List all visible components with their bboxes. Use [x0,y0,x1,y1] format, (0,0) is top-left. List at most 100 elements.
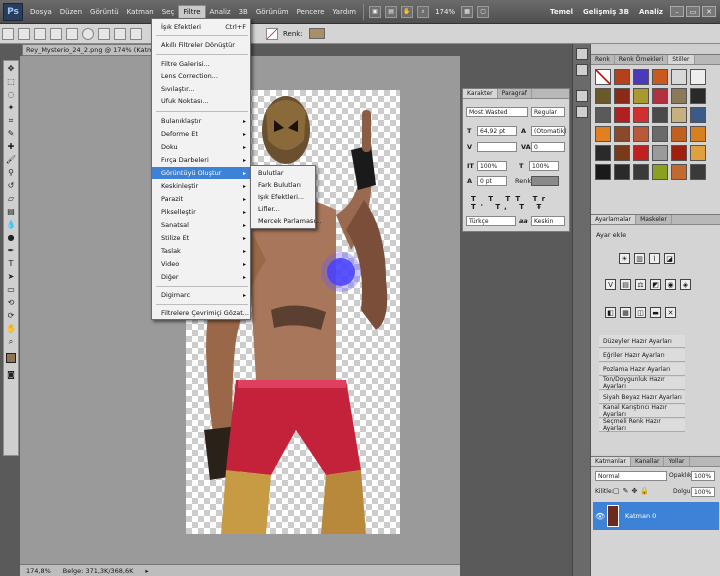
shape-color-swatch[interactable] [308,28,325,39]
filter-digimarc[interactable]: Digimarc ▸ [152,289,250,301]
paragraph-panel-icon[interactable] [576,106,588,118]
crop-tool-icon[interactable]: ⌗ [5,115,17,126]
hue-saturation-icon[interactable]: ▤ [620,279,631,290]
path-selection-icon[interactable]: ➤ [5,271,17,282]
preset-hue-saturation[interactable]: Ton/Doygunluk Hazır Ayarları [599,376,685,390]
preset-selective-color[interactable]: Seçmeli Renk Hazır Ayarları [599,418,685,432]
rectangle-shape-icon[interactable] [66,27,78,40]
menu-select[interactable]: Seç [158,6,179,18]
filter-blur[interactable]: Bulanıklaştır ▸ [152,115,250,127]
path-option-icon[interactable] [34,27,46,40]
eraser-icon[interactable]: ▱ [5,193,17,204]
vibrance-icon[interactable]: V [605,279,616,290]
history-brush-icon[interactable]: ↺ [5,180,17,191]
tab-channels[interactable]: Kanallar [631,457,665,466]
brush-tool-icon[interactable]: 🖌 [5,154,17,165]
curves-icon[interactable]: ⌇ [649,253,660,264]
screen-mode-icon[interactable]: ▢ [477,5,490,18]
style-swatch[interactable] [671,69,687,85]
style-swatch[interactable] [690,164,706,180]
shape-tool-icon[interactable]: ▭ [5,284,17,295]
arrange-icon[interactable]: ▦ [461,5,474,18]
style-swatch[interactable] [690,126,706,142]
style-swatch[interactable] [633,88,649,104]
filter-pixelate[interactable]: Pikselleştir ▸ [152,206,250,218]
style-swatch[interactable] [671,107,687,123]
font-size-input[interactable]: 64,92 pt [477,126,517,136]
marquee-tool-icon[interactable]: ⬚ [5,76,17,87]
tab-styles[interactable]: Stiller [668,55,695,64]
style-swatch[interactable] [595,69,611,85]
tab-paths[interactable]: Yollar [664,457,690,466]
style-swatch[interactable] [652,164,668,180]
menu-image[interactable]: Görüntü [86,6,123,18]
3d-camera-icon[interactable]: ⟳ [5,310,17,321]
baseline-shift-input[interactable]: 0 pt [477,176,507,186]
bridge-icon[interactable]: ▣ [369,5,382,18]
preset-exposure[interactable]: Pozlama Hazır Ayarları [599,363,685,376]
zoom-tool-icon[interactable]: ⌕ [5,336,17,347]
blend-mode-select[interactable]: Normal [595,471,667,481]
menu-layer[interactable]: Katman [123,6,158,18]
menu-analysis[interactable]: Analiz [206,6,235,18]
tab-layers[interactable]: Katmanlar [591,457,631,466]
shape-option-icon[interactable] [18,27,30,40]
menu-edit[interactable]: Düzen [56,6,86,18]
font-family-select[interactable]: Most Wasted [466,107,528,117]
style-swatch[interactable] [633,164,649,180]
filter-vanishing-point[interactable]: Ufuk Noktası... [152,95,250,107]
style-swatch[interactable] [595,107,611,123]
invert-icon[interactable]: ◧ [605,307,616,318]
filter-noise[interactable]: Parazit ▸ [152,193,250,205]
hand-tool-icon[interactable]: ✋ [5,323,17,334]
history-panel-icon[interactable] [576,48,588,60]
selective-color-icon[interactable]: ✕ [665,307,676,318]
tab-swatches[interactable]: Renk Örnekleri [615,55,669,64]
leading-input[interactable]: (Otomatik) [531,126,566,136]
render-difference-clouds[interactable]: Fark Bulutları [251,179,315,191]
tab-paragraph[interactable]: Paragraf [498,89,532,98]
preset-channel-mixer[interactable]: Kanal Karıştırıcı Hazır Ayarları [599,404,685,418]
custom-shape-icon[interactable] [130,27,142,40]
filter-other[interactable]: Diğer ▸ [152,271,250,283]
gradient-tool-icon[interactable]: ▤ [5,206,17,217]
preset-levels[interactable]: Düzeyler Hazır Ayarları [599,335,685,348]
tool-preset-icon[interactable] [2,27,14,40]
tracking-input[interactable]: 0 [531,142,565,152]
style-swatch[interactable] [633,107,649,123]
style-swatch[interactable] [595,88,611,104]
style-swatch[interactable] [633,126,649,142]
menu-3d[interactable]: 3B [235,6,252,18]
style-swatch[interactable] [652,69,668,85]
style-swatch[interactable] [614,145,630,161]
preset-black-white[interactable]: Siyah Beyaz Hazır Ayarları [599,391,685,404]
style-swatch[interactable] [595,164,611,180]
render-lighting-effects[interactable]: Işık Efektleri... [251,191,315,203]
vertical-scale-input[interactable]: 100% [477,161,507,171]
render-fibers[interactable]: Lifler... [251,203,315,215]
render-lens-flare[interactable]: Mercek Parlaması... [251,215,321,227]
magic-wand-icon[interactable]: ✦ [5,102,17,113]
filter-distort[interactable]: Deforme Et ▸ [152,128,250,140]
minimize-button[interactable]: – [670,6,684,17]
menu-help[interactable]: Yardım [328,6,360,18]
type-tool-icon[interactable]: T [5,258,17,269]
lasso-tool-icon[interactable]: ◌ [5,89,17,100]
eyedropper-icon[interactable]: ✎ [5,128,17,139]
menu-file[interactable]: Dosya [26,6,56,18]
filter-lens-correction[interactable]: Lens Correction... [152,70,250,82]
polygon-shape-icon[interactable] [98,27,110,40]
style-swatch[interactable] [671,145,687,161]
close-button[interactable]: ✕ [702,6,716,17]
filter-render[interactable]: Görüntüyü Oluştur ▸ [152,167,250,179]
render-clouds[interactable]: Bulutlar [251,167,315,179]
dodge-tool-icon[interactable]: ● [5,232,17,243]
brightness-icon[interactable]: ☀ [619,253,630,264]
actions-panel-icon[interactable] [576,64,588,76]
anti-alias-select[interactable]: Keskin [531,216,565,226]
gradient-map-icon[interactable]: ▬ [650,307,661,318]
language-select[interactable]: Türkçe [466,216,516,226]
workspace-analysis[interactable]: Analiz [634,8,668,16]
filter-artistic[interactable]: Sanatsal ▸ [152,219,250,231]
layer-name[interactable]: Katman 0 [625,512,656,520]
